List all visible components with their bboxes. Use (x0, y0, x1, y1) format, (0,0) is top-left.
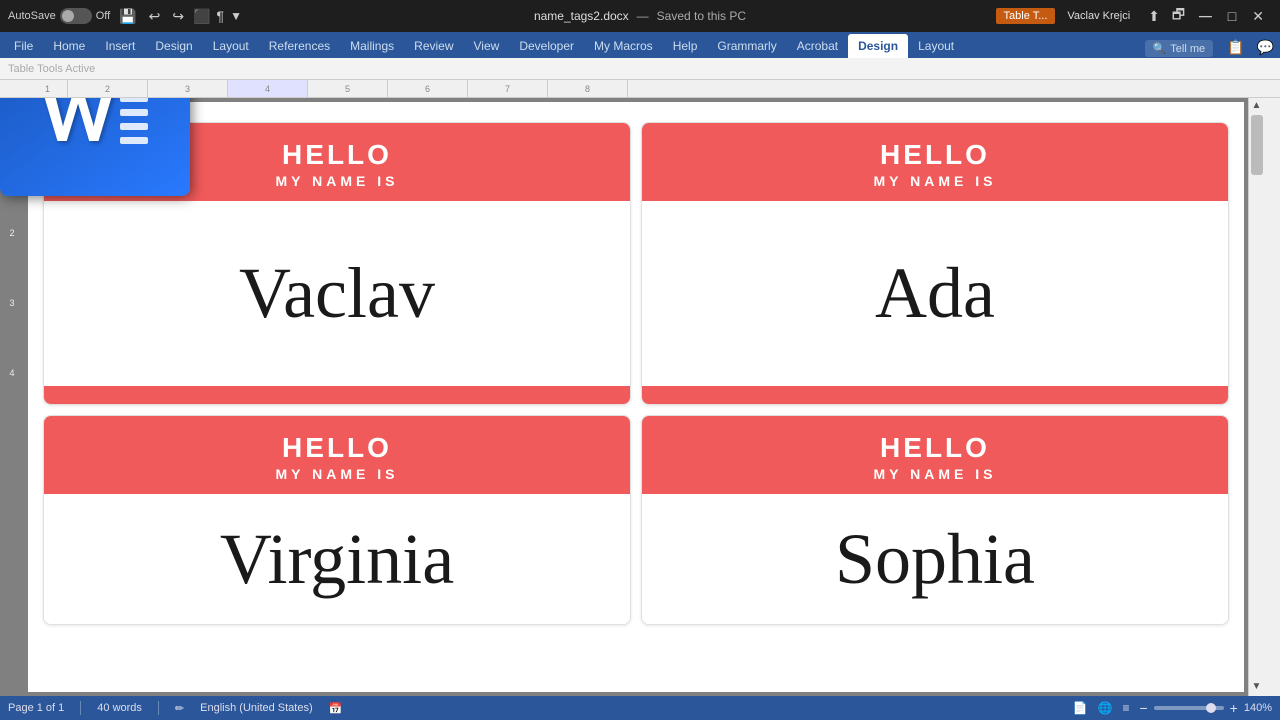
name-tag-3-header: HELLO MY NAME IS (44, 416, 630, 494)
name-tag-2-footer (642, 386, 1228, 404)
tab-grammarly[interactable]: Grammarly (707, 34, 786, 58)
doc-area: 1 2 3 4 W HELLO MY NAME (0, 98, 1264, 696)
tab-mailings[interactable]: Mailings (340, 34, 404, 58)
name-tag-3-subtitle: MY NAME IS (54, 466, 620, 482)
user-name: Vaclav Krejci (1061, 10, 1136, 22)
edit-icon[interactable]: ✏ (175, 702, 184, 715)
ribbon-spacer: Table Tools Active (8, 63, 95, 75)
tab-mymacros[interactable]: My Macros (584, 34, 663, 58)
context-tab[interactable]: Table T... (996, 8, 1056, 24)
scrollbar-track[interactable]: ▲ ▼ (1248, 98, 1264, 696)
name-tag-3[interactable]: HELLO MY NAME IS Virginia (43, 415, 631, 625)
name-tag-4[interactable]: HELLO MY NAME IS Sophia (641, 415, 1229, 625)
ribbon-tabs: File Home Insert Design Layout Reference… (0, 32, 1280, 58)
window-icons: ⬆ 🗗 ─ □ ✕ (1142, 4, 1272, 28)
toolbar-redo[interactable]: ↪ (169, 8, 187, 25)
status-sep-2 (158, 701, 159, 715)
name-tag-2-subtitle: MY NAME IS (652, 173, 1218, 189)
name-tag-1-name: Vaclav (239, 252, 435, 335)
name-tag-2-header: HELLO MY NAME IS (642, 123, 1228, 201)
title-bar-right: Table T... Vaclav Krejci ⬆ 🗗 ─ □ ✕ (996, 4, 1272, 28)
view-outline-icon[interactable]: ≡ (1122, 701, 1129, 715)
toolbar-more[interactable]: ▼ (230, 9, 242, 23)
view-print-icon[interactable]: 📄 (1073, 701, 1088, 715)
zoom-in-btn[interactable]: + (1230, 700, 1238, 716)
autosave-toggle[interactable] (60, 8, 92, 24)
scrollbar-down-arrow[interactable]: ▼ (1252, 681, 1262, 692)
word-count: 40 words (97, 702, 142, 714)
ruler: 1 2 3 4 5 6 7 8 (0, 80, 1280, 98)
name-tag-4-body: Sophia (642, 494, 1228, 624)
zoom-level: 140% (1244, 702, 1272, 714)
name-tag-1-footer (44, 386, 630, 404)
minimize-btn[interactable]: ─ (1191, 7, 1220, 25)
scrollbar-up-arrow[interactable]: ▲ (1252, 100, 1262, 111)
document-page[interactable]: W HELLO MY NAME IS Vaclav (28, 102, 1244, 692)
saved-label: Saved to this PC (657, 9, 746, 23)
tab-review[interactable]: Review (404, 34, 463, 58)
status-right: 📄 🌐 ≡ − + 140% (1073, 700, 1272, 716)
comment-icon[interactable]: 💬 (1251, 39, 1280, 56)
tab-file[interactable]: File (4, 34, 43, 58)
autosave-state: Off (96, 10, 110, 22)
name-tag-3-body: Virginia (44, 494, 630, 624)
name-tag-4-subtitle: MY NAME IS (652, 466, 1218, 482)
document-title: name_tags2.docx — Saved to this PC (534, 9, 746, 23)
autosave-label: AutoSave (8, 10, 56, 22)
autosave-section: AutoSave Off (8, 8, 110, 24)
close-btn[interactable]: ✕ (1244, 8, 1272, 25)
maximize-btn[interactable]: □ (1220, 8, 1244, 24)
tab-developer[interactable]: Developer (509, 34, 584, 58)
tab-help[interactable]: Help (663, 34, 708, 58)
toolbar-undo[interactable]: ↩ (146, 8, 164, 25)
language: English (United States) (200, 702, 313, 714)
name-tag-1-body: Vaclav (44, 201, 630, 386)
name-tag-2-name: Ada (875, 252, 995, 335)
tab-design-context[interactable]: Design (848, 34, 908, 58)
share-icon[interactable]: ⬆ (1142, 8, 1166, 25)
view-web-icon[interactable]: 🌐 (1098, 701, 1113, 715)
name-tag-2-hello: HELLO (652, 139, 1218, 171)
name-tag-4-header: HELLO MY NAME IS (642, 416, 1228, 494)
name-tag-4-hello: HELLO (652, 432, 1218, 464)
toolbar-quick[interactable]: ⬛ (193, 8, 210, 25)
name-tag-2[interactable]: HELLO MY NAME IS Ada (641, 122, 1229, 405)
tell-me-label: Tell me (1170, 43, 1205, 55)
saved-state: — (637, 9, 649, 23)
tab-insert[interactable]: Insert (95, 34, 145, 58)
page-info: Page 1 of 1 (8, 702, 64, 714)
title-bar: AutoSave Off 💾 ↩ ↪ ⬛ ¶ ▼ name_tags2.docx… (0, 0, 1280, 32)
zoom-slider[interactable] (1154, 706, 1224, 710)
search-icon: 🔍 (1153, 42, 1167, 55)
tab-home[interactable]: Home (43, 34, 95, 58)
name-tag-3-name: Virginia (220, 518, 454, 601)
status-sep-1 (80, 701, 81, 715)
tab-layout-context[interactable]: Layout (908, 34, 964, 58)
tab-layout[interactable]: Layout (203, 34, 259, 58)
tab-design[interactable]: Design (145, 34, 202, 58)
tab-references[interactable]: References (259, 34, 340, 58)
name-tag-4-name: Sophia (835, 518, 1035, 601)
status-bar: Page 1 of 1 40 words ✏ English (United S… (0, 696, 1280, 720)
clipboard-icon[interactable]: 📋 (1221, 39, 1250, 56)
calendar-icon[interactable]: 📅 (329, 702, 343, 715)
tab-view[interactable]: View (464, 34, 510, 58)
toolbar-format[interactable]: ¶ (217, 8, 225, 24)
filename: name_tags2.docx (534, 9, 629, 23)
toolbar-save[interactable]: 💾 (116, 8, 139, 25)
tab-acrobat[interactable]: Acrobat (787, 34, 848, 58)
ribbon-content: Table Tools Active (0, 58, 1280, 80)
zoom-section: − + 140% (1139, 700, 1272, 716)
restore-icon[interactable]: 🗗 (1166, 4, 1191, 28)
name-tag-3-hello: HELLO (54, 432, 620, 464)
name-tag-grid: HELLO MY NAME IS Vaclav HELLO MY NAME IS… (38, 117, 1234, 630)
zoom-out-btn[interactable]: − (1139, 700, 1147, 716)
tell-me-search[interactable]: 🔍 Tell me (1145, 40, 1214, 57)
name-tag-2-body: Ada (642, 201, 1228, 386)
word-logo: W (0, 98, 190, 196)
scrollbar-thumb[interactable] (1251, 115, 1263, 175)
